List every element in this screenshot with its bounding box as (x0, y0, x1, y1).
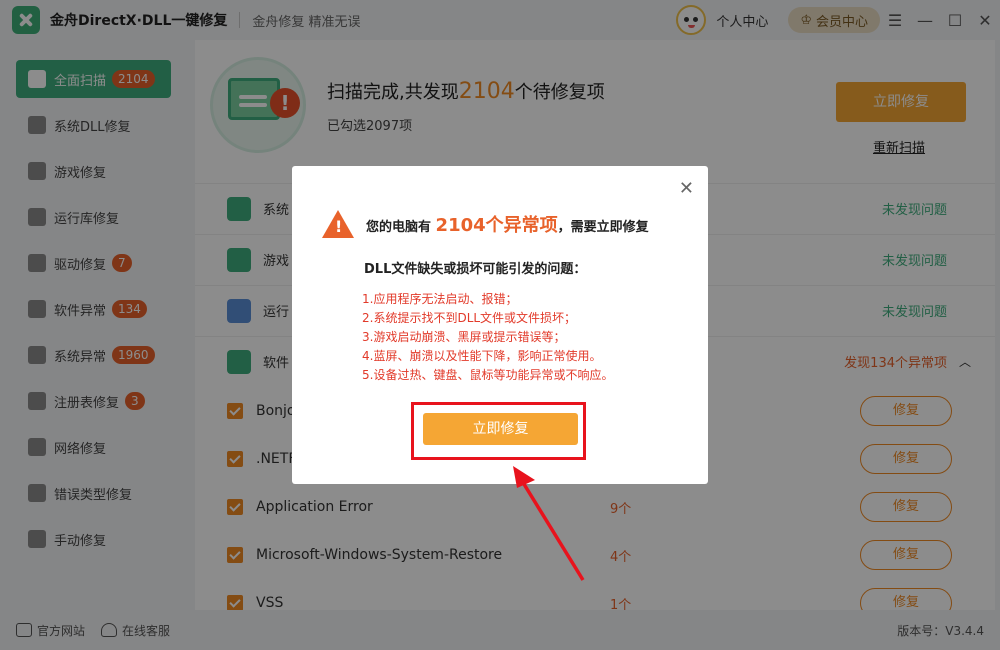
problem-item: 4.蓝屏、崩溃以及性能下降，影响正常使用。 (362, 349, 602, 363)
problem-item: 5.设备过热、键盘、鼠标等功能异常或不响应。 (362, 368, 614, 382)
problem-item: 3.游戏启动崩溃、黑屏或提示错误等； (362, 330, 566, 344)
dialog-subtitle: DLL文件缺失或损坏可能引发的问题： (364, 262, 587, 277)
close-icon[interactable]: ✕ (679, 178, 694, 199)
dialog-issue-count: 2104个异常项 (435, 215, 558, 236)
repair-alert-dialog: ✕ ! 您的电脑有 2104个异常项，需要立即修复 DLL文件缺失或损坏可能引发… (292, 166, 708, 484)
dialog-header: ! 您的电脑有 2104个异常项，需要立即修复 (322, 210, 649, 238)
dialog-title: 您的电脑有 2104个异常项，需要立即修复 (366, 211, 649, 237)
dialog-title-suffix: ，需要立即修复 (557, 220, 649, 235)
problem-list: 1.应用程序无法启动、报错； 2.系统提示找不到DLL文件或文件损坏； 3.游戏… (362, 290, 613, 385)
problem-item: 1.应用程序无法启动、报错； (362, 292, 518, 306)
problem-item: 2.系统提示找不到DLL文件或文件损坏； (362, 311, 577, 325)
dialog-title-prefix: 您的电脑有 (366, 220, 432, 235)
dialog-fix-now-button[interactable]: 立即修复 (423, 413, 578, 445)
warning-icon: ! (322, 210, 354, 238)
annotation-arrow (513, 466, 585, 581)
